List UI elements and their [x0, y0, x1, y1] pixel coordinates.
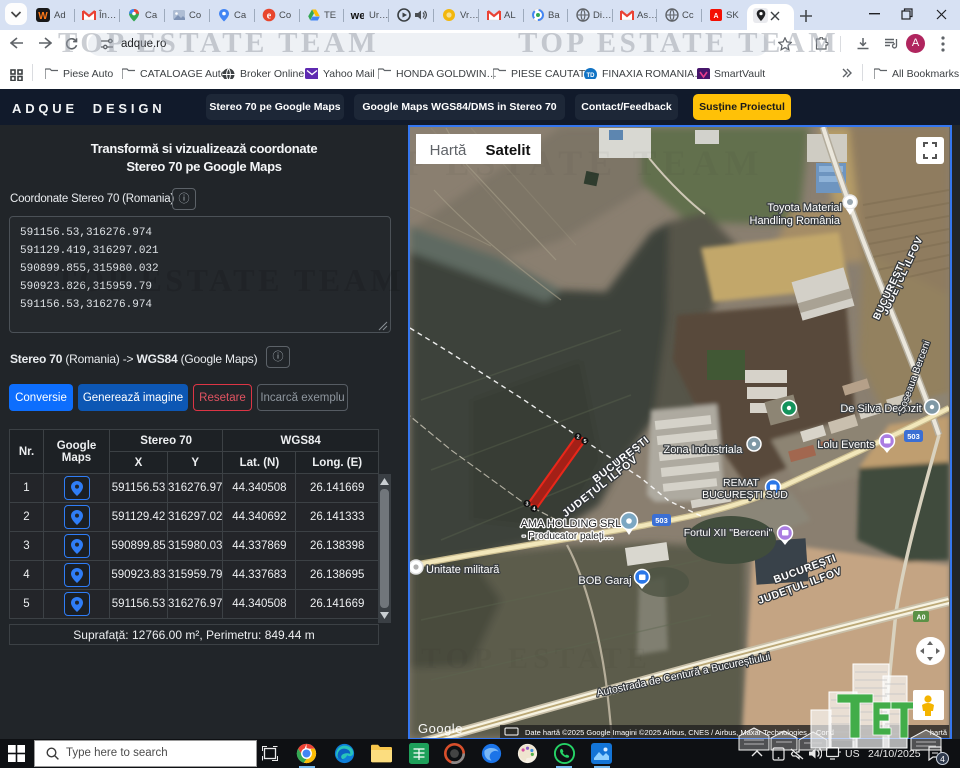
svg-text:TOP ESTATE: TOP ESTATE — [421, 642, 652, 675]
svg-text:Handling România: Handling România — [750, 215, 841, 227]
svg-text:A0: A0 — [917, 615, 926, 622]
svg-text:3: 3 — [525, 502, 528, 508]
svg-text:- Producator paleți…: - Producator paleți… — [522, 531, 614, 542]
svg-text:e: e — [267, 11, 272, 22]
svg-text:Hartă: Hartă — [430, 142, 467, 159]
svg-text:Unitate militară: Unitate militară — [426, 564, 500, 576]
svg-text:REMAT: REMAT — [723, 477, 760, 489]
svg-text:Zona Industriala: Zona Industriala — [664, 444, 744, 456]
svg-text:TD: TD — [587, 73, 596, 79]
svg-text:A: A — [713, 13, 718, 20]
svg-text:Lolu Events: Lolu Events — [817, 439, 875, 451]
svg-text:BOB Garaj: BOB Garaj — [578, 575, 631, 587]
svg-text:we: we — [350, 10, 364, 22]
svg-text:Google: Google — [418, 721, 463, 736]
svg-text:Toyota Material: Toyota Material — [767, 202, 842, 214]
svg-text:Fortul XII "Berceni": Fortul XII "Berceni" — [684, 527, 773, 539]
svg-text:AMA HOLDING SRL: AMA HOLDING SRL — [521, 518, 622, 530]
svg-text:Satelit: Satelit — [485, 142, 530, 159]
svg-text:5: 5 — [583, 439, 586, 445]
svg-text:2: 2 — [576, 435, 579, 441]
svg-text:503: 503 — [907, 432, 920, 441]
svg-text:W: W — [38, 11, 48, 22]
svg-text:503: 503 — [655, 516, 668, 525]
svg-text:BUCUREȘTI SUD: BUCUREȘTI SUD — [702, 489, 788, 501]
